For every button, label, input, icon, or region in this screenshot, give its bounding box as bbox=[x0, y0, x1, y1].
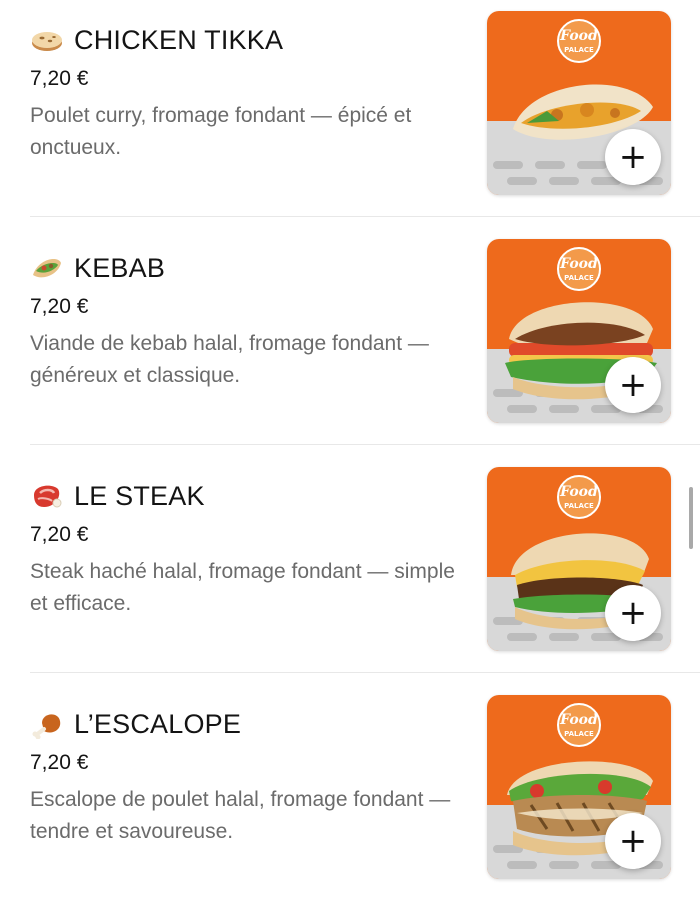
item-divider bbox=[30, 216, 700, 217]
item-divider bbox=[30, 444, 700, 445]
logo-palace: PALACE bbox=[564, 274, 594, 282]
item-photo[interactable]: Food PALACE + bbox=[487, 695, 671, 879]
item-title: L’ESCALOPE bbox=[74, 708, 242, 739]
item-photo[interactable]: Food PALACE + bbox=[487, 239, 671, 423]
plus-icon: + bbox=[618, 593, 648, 633]
item-title-row: CHICKEN TIKKA bbox=[30, 20, 470, 60]
logo-palace: PALACE bbox=[564, 46, 594, 54]
item-text: LE STEAK 7,20 € Steak haché halal, froma… bbox=[30, 476, 470, 620]
item-price: 7,20 € bbox=[30, 295, 89, 318]
logo-food: Food bbox=[559, 256, 598, 272]
item-price: 7,20 € bbox=[30, 523, 89, 546]
item-description: Escalope de poulet halal, fromage fondan… bbox=[30, 788, 451, 843]
menu-list: CHICKEN TIKKA 7,20 € Poulet curry, froma… bbox=[0, 0, 700, 900]
logo-palace: PALACE bbox=[564, 730, 594, 738]
item-description: Steak haché halal, fromage fondant — sim… bbox=[30, 560, 455, 615]
food-palace-logo: Food PALACE bbox=[557, 475, 601, 519]
add-to-cart-button[interactable]: + bbox=[605, 129, 661, 185]
menu-item-le-steak[interactable]: LE STEAK 7,20 € Steak haché halal, froma… bbox=[0, 456, 700, 684]
menu-item-l-escalope[interactable]: L’ESCALOPE 7,20 € Escalope de poulet hal… bbox=[0, 684, 700, 900]
logo-palace: PALACE bbox=[564, 502, 594, 510]
food-palace-logo: Food PALACE bbox=[557, 247, 601, 291]
naan-bread-icon bbox=[30, 25, 64, 55]
item-title-row: KEBAB bbox=[30, 248, 470, 288]
item-photo[interactable]: Food PALACE + bbox=[487, 11, 671, 195]
item-text: KEBAB 7,20 € Viande de kebab halal, from… bbox=[30, 248, 470, 392]
poultry-leg-icon bbox=[30, 709, 64, 740]
item-title: KEBAB bbox=[74, 252, 166, 283]
item-text: L’ESCALOPE 7,20 € Escalope de poulet hal… bbox=[30, 704, 470, 848]
item-description: Viande de kebab halal, fromage fondant —… bbox=[30, 332, 429, 387]
item-divider bbox=[30, 672, 700, 673]
food-palace-logo: Food PALACE bbox=[557, 19, 601, 63]
logo-food: Food bbox=[559, 28, 598, 44]
item-price: 7,20 € bbox=[30, 751, 89, 774]
add-to-cart-button[interactable]: + bbox=[605, 585, 661, 641]
item-text: CHICKEN TIKKA 7,20 € Poulet curry, froma… bbox=[30, 20, 470, 164]
plus-icon: + bbox=[618, 821, 648, 861]
add-to-cart-button[interactable]: + bbox=[605, 357, 661, 413]
food-palace-logo: Food PALACE bbox=[557, 703, 601, 747]
scrollbar[interactable] bbox=[689, 487, 693, 549]
menu-item-chicken-tikka[interactable]: CHICKEN TIKKA 7,20 € Poulet curry, froma… bbox=[0, 0, 700, 228]
cut-of-meat-icon bbox=[30, 481, 64, 511]
add-to-cart-button[interactable]: + bbox=[605, 813, 661, 869]
item-title-row: LE STEAK bbox=[30, 476, 470, 516]
logo-food: Food bbox=[559, 484, 598, 500]
item-description: Poulet curry, fromage fondant — épicé et… bbox=[30, 104, 412, 159]
plus-icon: + bbox=[618, 137, 648, 177]
plus-icon: + bbox=[618, 365, 648, 405]
item-title: LE STEAK bbox=[74, 480, 205, 511]
item-title-row: L’ESCALOPE bbox=[30, 704, 470, 744]
logo-food: Food bbox=[559, 712, 598, 728]
menu-item-kebab[interactable]: KEBAB 7,20 € Viande de kebab halal, from… bbox=[0, 228, 700, 456]
item-title: CHICKEN TIKKA bbox=[74, 24, 284, 55]
stuffed-flatbread-icon bbox=[30, 253, 64, 283]
item-price: 7,20 € bbox=[30, 67, 89, 90]
item-photo[interactable]: Food PALACE + bbox=[487, 467, 671, 651]
